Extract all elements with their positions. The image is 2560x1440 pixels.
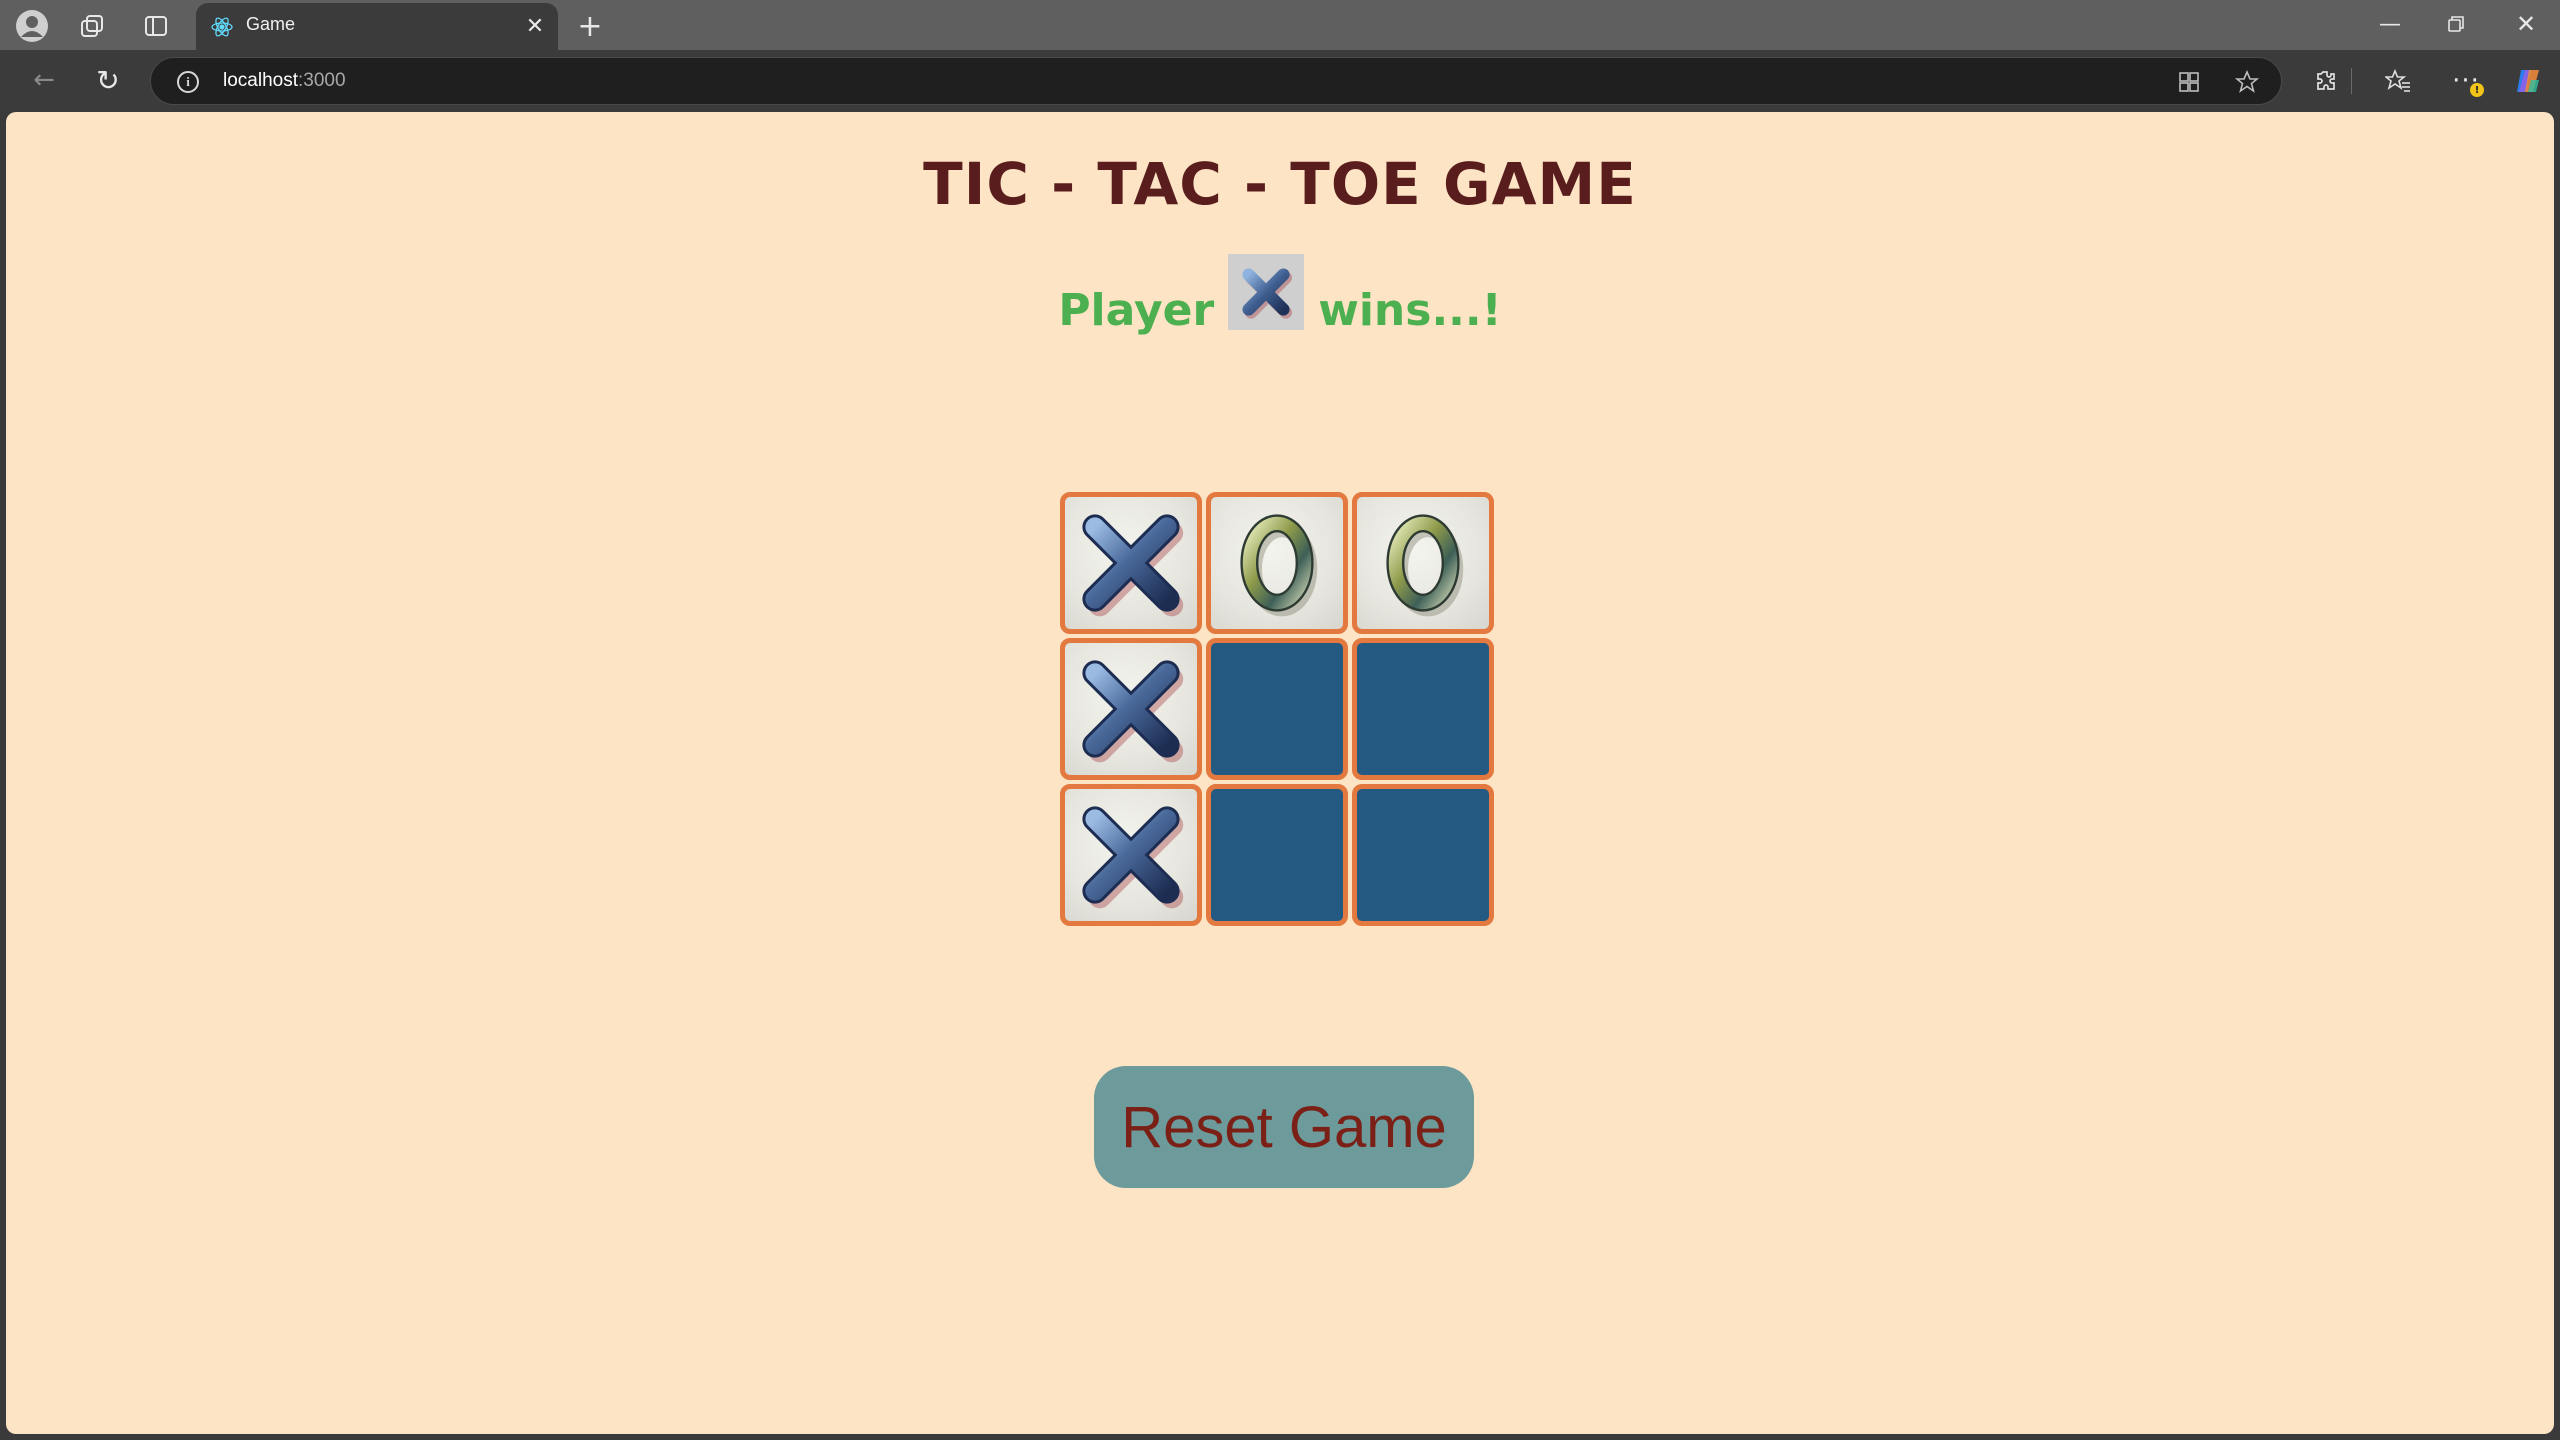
url-host: localhost xyxy=(223,70,298,91)
browser-tab-bar: Game ✕ + — ✕ xyxy=(0,0,2560,50)
board-cell-4[interactable] xyxy=(1060,638,1202,780)
back-button[interactable]: ← xyxy=(24,60,64,100)
x-mark-icon xyxy=(1071,503,1191,623)
tab-close-icon[interactable]: ✕ xyxy=(520,11,550,41)
status-prefix: Player xyxy=(1058,285,1215,336)
copilot-icon[interactable] xyxy=(2508,61,2548,101)
reset-game-button[interactable]: Reset Game xyxy=(1094,1066,1474,1188)
board-cell-6[interactable] xyxy=(1352,638,1494,780)
browser-toolbar: ← ↻ i localhost:3000 ··· ! xyxy=(0,50,2560,112)
favorites-icon[interactable] xyxy=(2378,61,2418,101)
site-info-icon[interactable]: i xyxy=(177,71,199,93)
tab-title: Game xyxy=(246,14,296,34)
address-bar[interactable]: i localhost:3000 xyxy=(150,57,2282,105)
winner-x-icon xyxy=(1228,254,1305,330)
minimize-button[interactable]: — xyxy=(2370,4,2410,44)
winner-status: Player wins...! xyxy=(6,254,2554,336)
board-cell-7[interactable] xyxy=(1060,784,1202,926)
restore-button[interactable] xyxy=(2436,4,2476,44)
o-mark-icon xyxy=(1217,503,1337,623)
url-port: :3000 xyxy=(298,70,346,91)
board-cell-2[interactable] xyxy=(1206,492,1348,634)
apps-icon[interactable] xyxy=(2171,64,2207,100)
new-tab-button[interactable]: + xyxy=(570,6,610,46)
vertical-tabs-icon[interactable] xyxy=(136,6,176,46)
url-text[interactable]: localhost:3000 xyxy=(223,70,346,92)
divider xyxy=(2346,61,2356,101)
more-icon[interactable]: ··· ! xyxy=(2446,61,2486,101)
page-title: TIC - TAC - TOE GAME xyxy=(923,150,1637,218)
favorite-star-icon[interactable] xyxy=(2229,64,2265,100)
board-cell-8[interactable] xyxy=(1206,784,1348,926)
extensions-icon[interactable] xyxy=(2306,61,2346,101)
board-cell-5[interactable] xyxy=(1206,638,1348,780)
profile-icon[interactable] xyxy=(12,6,52,46)
react-logo-icon xyxy=(211,17,233,37)
workspaces-icon[interactable] xyxy=(72,6,112,46)
board-cell-9[interactable] xyxy=(1352,784,1494,926)
page-viewport: TIC - TAC - TOE GAME Player wins...! Res… xyxy=(6,112,2554,1434)
game-board xyxy=(1060,492,1502,934)
x-mark-icon xyxy=(1071,795,1191,915)
x-mark-icon xyxy=(1071,649,1191,769)
status-suffix: wins...! xyxy=(1318,285,1502,336)
active-tab[interactable]: Game ✕ xyxy=(196,3,558,50)
board-cell-1[interactable] xyxy=(1060,492,1202,634)
o-mark-icon xyxy=(1363,503,1483,623)
close-window-button[interactable]: ✕ xyxy=(2506,4,2546,44)
reload-button[interactable]: ↻ xyxy=(88,60,128,100)
board-cell-3[interactable] xyxy=(1352,492,1494,634)
